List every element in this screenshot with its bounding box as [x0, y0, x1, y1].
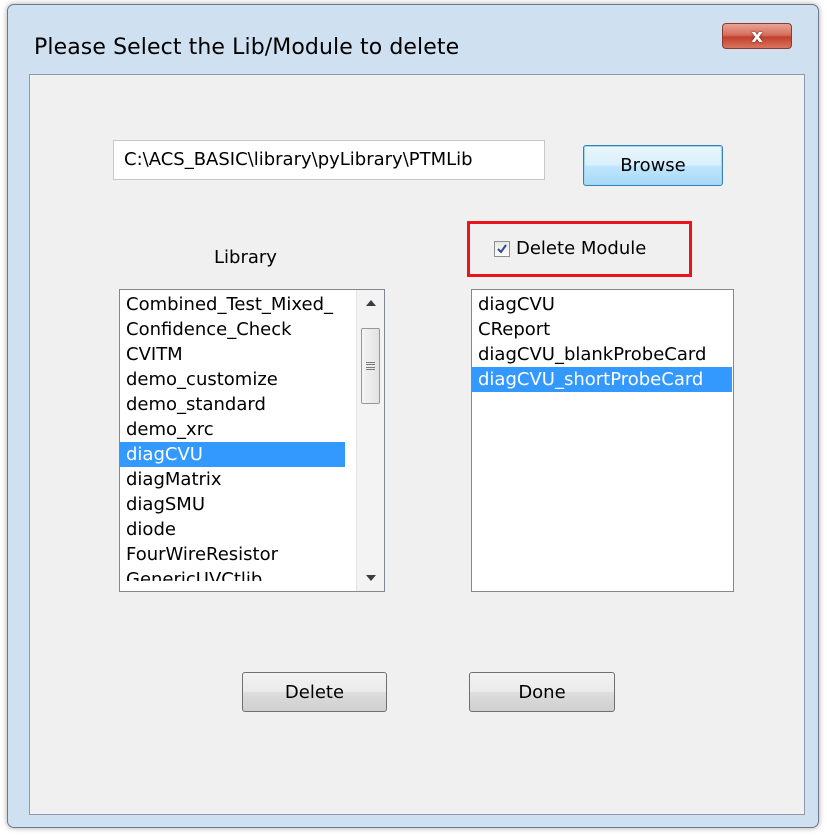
close-icon: x — [751, 25, 763, 47]
scroll-thumb[interactable] — [361, 328, 380, 404]
dialog-window: Please Select the Lib/Module to delete x… — [7, 4, 819, 828]
delete-module-checkbox[interactable] — [494, 240, 510, 257]
grip-icon — [366, 362, 375, 370]
chevron-up-icon — [365, 300, 376, 306]
library-path-field[interactable]: C:\ACS_BASIC\library\pyLibrary\PTMLib — [113, 140, 545, 180]
delete-module-label: Delete Module — [516, 238, 647, 259]
chevron-down-icon — [365, 575, 376, 581]
library-list-item[interactable]: GenericUVCtlib — [120, 567, 345, 581]
delete-module-checkbox-row[interactable]: Delete Module — [494, 238, 646, 259]
library-list-item[interactable]: demo_standard — [120, 392, 345, 417]
check-icon — [497, 243, 507, 254]
scroll-down-button[interactable] — [357, 565, 384, 591]
library-listbox[interactable]: Combined_Test_Mixed_ Confidence_Check CVIT… — [119, 289, 385, 592]
window-title: Please Select the Lib/Module to delete — [34, 35, 460, 60]
browse-button[interactable]: Browse — [583, 145, 723, 186]
library-scrollbar[interactable] — [356, 290, 384, 591]
library-list-item[interactable]: demo_xrc — [120, 417, 345, 442]
scroll-up-button[interactable] — [357, 290, 384, 316]
dialog-client-area: C:\ACS_BASIC\library\pyLibrary\PTMLib Br… — [29, 74, 805, 815]
library-list-item[interactable]: CVITM — [120, 342, 345, 367]
close-button[interactable]: x — [722, 23, 792, 49]
delete-button[interactable]: Delete — [242, 672, 387, 712]
module-list-item[interactable]: diagCVU — [472, 292, 732, 317]
done-button[interactable]: Done — [469, 672, 615, 712]
library-label: Library — [214, 247, 277, 268]
library-list-item[interactable]: diagMatrix — [120, 467, 345, 492]
library-list-item[interactable]: diagCVU — [120, 442, 345, 467]
library-list-item[interactable]: FourWireResistor — [120, 542, 345, 567]
library-list-item[interactable]: Confidence_Check — [120, 317, 345, 342]
module-list-item[interactable]: diagCVU_blankProbeCard — [472, 342, 732, 367]
library-list-item[interactable]: Combined_Test_Mixed_ — [120, 292, 345, 317]
module-list-item[interactable]: diagCVU_shortProbeCard — [472, 367, 732, 392]
module-list-item[interactable]: CReport — [472, 317, 732, 342]
title-bar[interactable]: Please Select the Lib/Module to delete x — [8, 5, 818, 75]
library-list-item[interactable]: diode — [120, 517, 345, 542]
library-list-item[interactable]: demo_customize — [120, 367, 345, 392]
module-listbox[interactable]: diagCVU CReport diagCVU_blankProbeCard diag… — [471, 289, 734, 592]
library-list-item[interactable]: diagSMU — [120, 492, 345, 517]
